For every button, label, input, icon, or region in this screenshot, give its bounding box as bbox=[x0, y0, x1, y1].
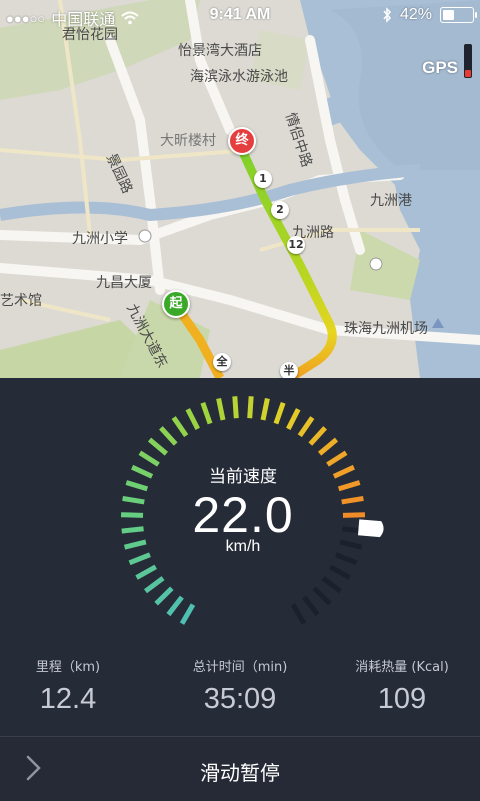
gauge-tick bbox=[135, 564, 157, 580]
distance-stat: 里程（km) 12.4 bbox=[0, 652, 148, 716]
gauge-tick bbox=[179, 603, 196, 625]
place-label: 海滨泳水游泳池 bbox=[190, 69, 288, 85]
gauge-tick bbox=[154, 586, 174, 606]
gauge-tick bbox=[297, 416, 315, 438]
duration-stat: 总计时间（min) 35:09 bbox=[160, 652, 320, 716]
gauge-tick bbox=[216, 397, 226, 421]
gauge-tick bbox=[317, 437, 339, 456]
gauge-tick bbox=[171, 416, 189, 438]
gauge-tick bbox=[147, 437, 169, 456]
gauge-tick bbox=[232, 396, 239, 419]
gauge-tick bbox=[273, 401, 286, 425]
duration-label: 总计时间（min) bbox=[192, 660, 288, 675]
distance-label: 里程（km) bbox=[35, 660, 101, 675]
gauge-tick bbox=[286, 408, 301, 430]
gauge-tick bbox=[260, 397, 270, 421]
calories-label: 消耗热量 (Kcal) bbox=[355, 660, 449, 675]
gauge-tick bbox=[185, 408, 200, 430]
gauge-tick bbox=[200, 401, 213, 425]
gps-indicator: GPS bbox=[422, 44, 472, 78]
route-end-pin[interactable]: 终 bbox=[228, 127, 256, 155]
gps-signal-bar bbox=[464, 44, 472, 78]
place-label: 珠海九洲机场 bbox=[344, 321, 428, 337]
place-label: 艺术馆 bbox=[0, 293, 42, 309]
half-marathon-marker[interactable]: 半 bbox=[280, 362, 298, 378]
bluetooth-icon bbox=[383, 7, 391, 23]
workout-panel: 当前速度 22.0 km/h 里程（km) 12.4 总计时间（min) 35:… bbox=[0, 378, 480, 801]
place-label: 九昌大厦 bbox=[96, 275, 152, 291]
duration-value: 35:09 bbox=[203, 683, 277, 715]
gauge-tick bbox=[321, 576, 343, 594]
speed-value: 22.0 bbox=[192, 487, 294, 543]
km-marker[interactable]: 1 bbox=[254, 170, 272, 188]
place-label: 九洲港 bbox=[370, 193, 412, 209]
battery-percent: 42% bbox=[399, 6, 432, 23]
route-start-pin[interactable]: 起 bbox=[162, 290, 190, 318]
place-label: 大昕楼村 bbox=[160, 133, 216, 149]
gauge-tick bbox=[312, 586, 332, 606]
gauge-tick bbox=[166, 595, 184, 617]
gauge-tick bbox=[290, 603, 307, 625]
place-label: 九洲小学 bbox=[72, 231, 128, 247]
battery-level bbox=[443, 10, 454, 20]
gauge-tick bbox=[247, 396, 254, 419]
distance-value: 12.4 bbox=[39, 683, 97, 715]
place-label: 怡景湾大酒店 bbox=[178, 43, 262, 59]
gauge-tick bbox=[329, 564, 351, 580]
status-bar: ●●●○○ 中国联通 9:41 AM 42% bbox=[0, 0, 480, 34]
full-marathon-marker[interactable]: 全 bbox=[213, 353, 231, 371]
gauge-tick bbox=[159, 426, 178, 446]
battery-icon bbox=[440, 7, 477, 23]
km-marker[interactable]: 12 bbox=[287, 236, 305, 254]
speed-label: 当前速度 bbox=[209, 467, 277, 487]
speed-unit: km/h bbox=[225, 538, 261, 555]
workout-stats: 里程（km) 12.4 总计时间（min) 35:09 消耗热量 (Kcal) … bbox=[0, 652, 480, 732]
calories-value: 109 bbox=[377, 683, 427, 715]
gauge-tick bbox=[302, 595, 320, 617]
gps-label: GPS bbox=[422, 58, 458, 77]
gauge-tick bbox=[308, 426, 327, 446]
gauge-tick bbox=[143, 576, 165, 594]
slide-to-pause[interactable]: 滑动暂停 bbox=[0, 736, 480, 801]
calories-stat: 消耗热量 (Kcal) 109 bbox=[322, 652, 480, 716]
gps-signal-level bbox=[465, 69, 471, 77]
route-map[interactable]: 君怡花园 怡景湾大酒店 海滨泳水游泳池 情侣中路 九洲港 景园路 大昕楼村 九洲… bbox=[0, 0, 480, 378]
km-marker[interactable]: 2 bbox=[271, 201, 289, 219]
slide-to-pause-label: 滑动暂停 bbox=[200, 761, 280, 785]
